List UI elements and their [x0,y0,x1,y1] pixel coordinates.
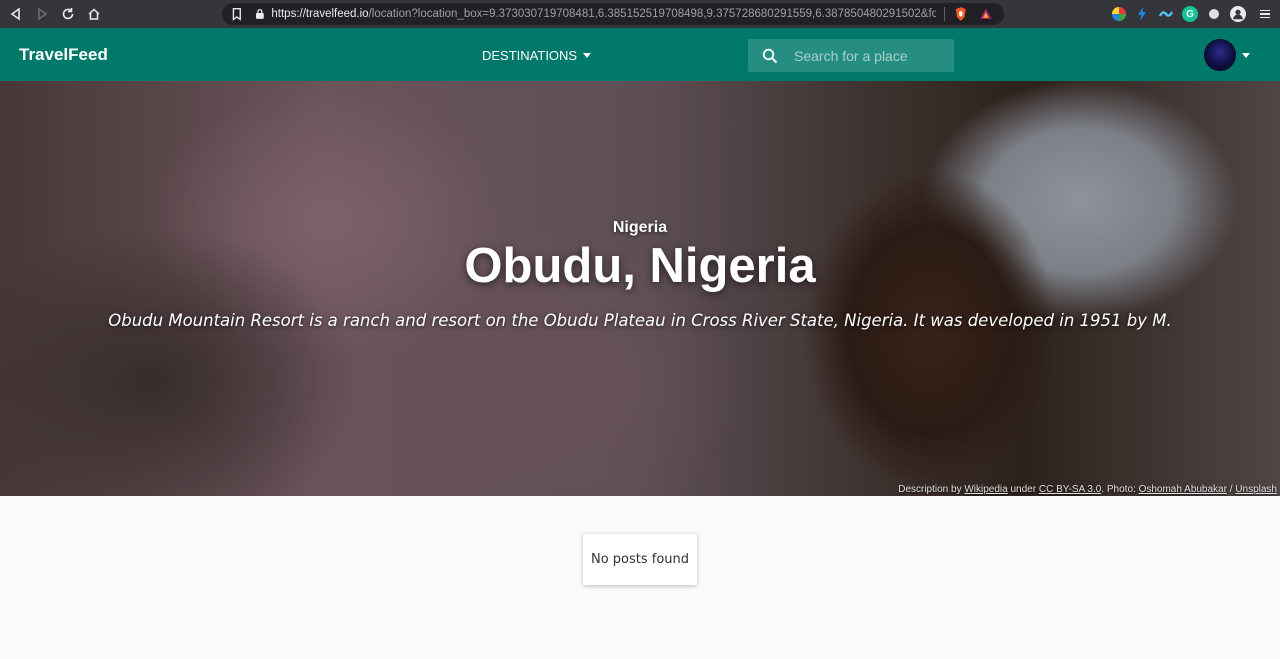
brave-shield-icon[interactable] [953,6,969,22]
chevron-down-icon [583,53,592,58]
unsplash-link[interactable]: Unsplash [1235,484,1277,495]
brand-logo[interactable]: TravelFeed [19,45,108,65]
extension-bolt-icon[interactable] [1134,6,1150,22]
url-divider [943,7,945,21]
app-navbar: TravelFeed DESTINATIONS [0,28,1280,81]
photographer-link[interactable]: Oshomah Abubakar [1139,484,1227,495]
wikipedia-link[interactable]: Wikipedia [964,484,1007,495]
search-box[interactable] [748,39,954,72]
url-text: https://travelfeed.io/location?location_… [271,8,935,20]
credit-slash: / [1229,484,1233,495]
extension-colorful-icon[interactable] [1112,7,1126,21]
rewards-icon[interactable] [978,6,994,22]
hero-banner: Nigeria Obudu, Nigeria Obudu Mountain Re… [0,81,1280,496]
back-icon[interactable] [4,2,28,26]
credit-prefix: Description by [898,484,962,495]
extension-grammarly-icon[interactable]: G [1182,6,1198,22]
profile-icon[interactable] [1230,6,1246,22]
avatar[interactable] [1204,39,1236,71]
location-description: Obudu Mountain Resort is a ranch and res… [108,311,1172,330]
lock-icon [255,8,264,19]
page-title: Obudu, Nigeria [464,239,816,293]
search-input[interactable] [794,47,944,64]
no-posts-card: No posts found [583,534,697,585]
browser-toolbar: https://travelfeed.io/location?location_… [0,0,1280,28]
destinations-dropdown[interactable]: DESTINATIONS [482,48,592,63]
url-host: https://travelfeed.io [271,8,369,20]
reload-icon[interactable] [56,2,80,26]
chevron-down-icon [1242,52,1250,58]
credit-photo-label: . Photo: [1101,484,1136,495]
address-bar[interactable]: https://travelfeed.io/location?location_… [222,3,1004,25]
extension-wave-icon[interactable] [1158,6,1174,22]
search-icon [762,48,778,63]
photo-credit: Description by Wikipedia under CC BY-SA … [898,484,1277,495]
credit-under: under [1010,484,1037,495]
destinations-label: DESTINATIONS [482,48,578,63]
empty-state-message: No posts found [590,552,690,567]
url-path: /location?location_box=9.373030719708481… [368,8,936,20]
extension-circle-icon[interactable] [1209,9,1219,19]
forward-icon[interactable] [30,2,54,26]
browser-menu-icon[interactable] [1260,6,1270,22]
license-link[interactable]: CC BY-SA 3.0 [1039,484,1101,495]
hero-country[interactable]: Nigeria [0,219,1280,237]
bookmark-icon[interactable] [230,7,244,21]
user-menu[interactable] [1204,39,1250,71]
home-icon[interactable] [82,2,106,26]
extensions-area: G [1112,0,1280,28]
